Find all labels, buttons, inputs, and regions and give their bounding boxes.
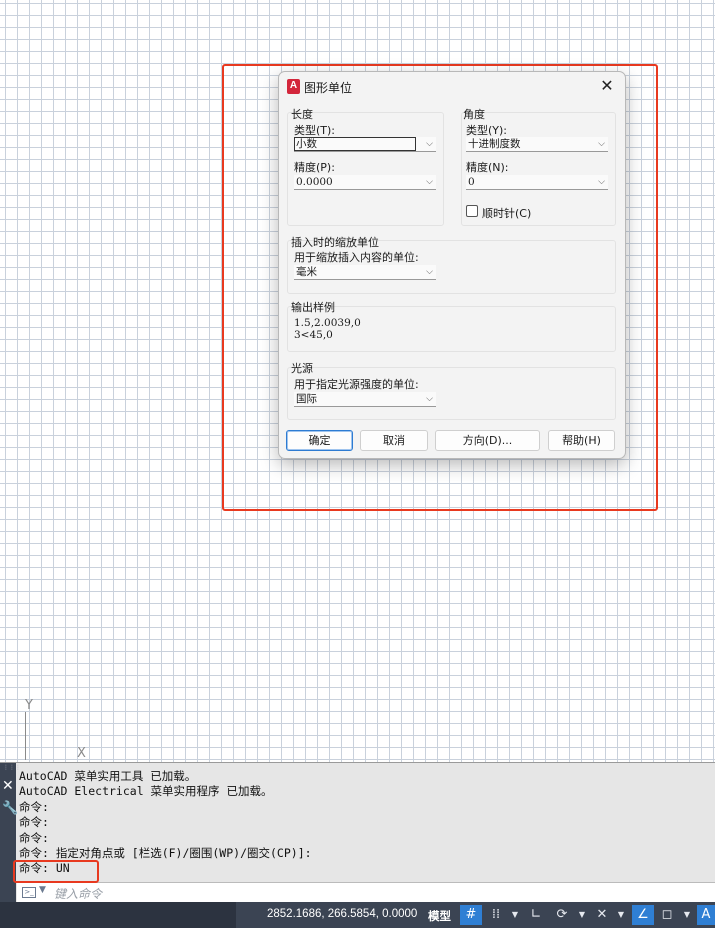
command-window: ⋮⋮⋮ ✕ 🔧 AutoCAD 菜单实用工具 已加载。 AutoCAD Elec… [0, 762, 715, 903]
sample-line-1: 1.5,2.0039,0 [294, 317, 361, 329]
command-history-line: 命令: [19, 815, 49, 830]
cancel-button[interactable]: 取消 [360, 430, 428, 451]
command-input[interactable]: >_ ▼ 键入命令 [17, 882, 715, 902]
insertion-units-value: 毫米 [296, 266, 317, 278]
status-bar-layout-tabs [0, 902, 236, 928]
length-type-select[interactable]: 小数 ⌵ [294, 137, 436, 152]
annotation-scale-icon[interactable]: A [697, 905, 715, 925]
insertion-group-label: 插入时的缩放单位 [291, 236, 379, 249]
close-icon[interactable]: ✕ [2, 778, 14, 794]
angle-group-label: 角度 [463, 108, 485, 121]
angle-type-label: 类型(Y): [466, 124, 508, 137]
chevron-down-icon[interactable]: ▼ [508, 905, 522, 925]
highlight-box-command [13, 860, 99, 883]
polar-tracking-icon[interactable]: ⟳ [551, 905, 573, 925]
model-space-button[interactable]: 模型 [428, 908, 451, 924]
ucs-y-axis-label: Y [25, 698, 33, 713]
isodraft-icon[interactable]: ✕ [592, 905, 612, 925]
length-group-label: 长度 [291, 108, 313, 121]
focus-outline [294, 137, 416, 151]
clockwise-label[interactable]: 顺时针(C) [482, 205, 531, 221]
chevron-down-icon: ⌵ [426, 394, 433, 404]
command-history-line: 命令: [19, 799, 49, 814]
ucs-x-axis-label: X [77, 746, 86, 761]
command-history-line: 命令: [19, 830, 49, 845]
chevron-down-icon: ⌵ [426, 267, 433, 277]
command-history-line: 命令: UN [19, 861, 70, 876]
lighting-units-value: 国际 [296, 393, 317, 405]
insertion-field-label: 用于缩放插入内容的单位: [294, 251, 419, 264]
units-dialog: A 图形单位 ✕ 长度 类型(T): 小数 ⌵ 精度(P): 0.0000 ⌵ … [278, 71, 626, 459]
length-type-label: 类型(T): [294, 124, 336, 137]
wrench-icon[interactable]: 🔧 [2, 801, 18, 816]
chevron-down-icon: ⌵ [598, 139, 605, 149]
lighting-group-label: 光源 [291, 362, 313, 375]
insertion-units-select[interactable]: 毫米 ⌵ [294, 265, 436, 280]
command-input-placeholder: 键入命令 [54, 887, 103, 901]
chevron-down-icon: ⌵ [426, 139, 433, 149]
command-history-line: AutoCAD Electrical 菜单实用程序 已加载。 [19, 784, 273, 799]
command-history: AutoCAD 菜单实用工具 已加载。 AutoCAD Electrical 菜… [19, 769, 709, 877]
object-snap-tracking-icon[interactable]: ∠ [632, 905, 654, 925]
lighting-units-select[interactable]: 国际 ⌵ [294, 392, 436, 407]
autocad-app-icon: A [287, 79, 300, 94]
command-prompt-icon[interactable]: >_ [22, 887, 36, 898]
lighting-field-label: 用于指定光源强度的单位: [294, 378, 419, 391]
sample-group [287, 306, 616, 352]
length-precision-value: 0.0000 [296, 176, 333, 188]
length-precision-select[interactable]: 0.0000 ⌵ [294, 175, 436, 190]
ortho-icon[interactable]: ∟ [526, 905, 546, 925]
length-precision-label: 精度(P): [294, 161, 335, 174]
object-snap-icon[interactable]: ◻ [656, 905, 678, 925]
ok-button[interactable]: 确定 [286, 430, 353, 451]
clockwise-checkbox[interactable] [466, 205, 478, 217]
angle-type-select[interactable]: 十进制度数 ⌵ [466, 137, 608, 152]
caret-down-icon[interactable]: ▼ [39, 885, 46, 895]
help-button[interactable]: 帮助(H) [548, 430, 615, 451]
drag-grip-icon[interactable]: ⋮⋮⋮ [3, 765, 21, 771]
chevron-down-icon[interactable]: ▼ [614, 905, 628, 925]
grid-icon[interactable]: # [460, 905, 482, 925]
command-history-line: AutoCAD 菜单实用工具 已加载。 [19, 769, 197, 783]
chevron-down-icon[interactable]: ▼ [680, 905, 694, 925]
chevron-down-icon: ⌵ [426, 177, 433, 187]
coordinates-readout[interactable]: 2852.1686, 266.5854, 0.0000 [267, 908, 417, 920]
snap-icon[interactable]: ⁞⁞ [486, 905, 506, 925]
angle-type-value: 十进制度数 [468, 138, 521, 150]
dialog-titlebar[interactable]: A 图形单位 ✕ [279, 72, 625, 100]
command-history-line: 命令: 指定对角点或 [栏选(F)/圈围(WP)/圈交(CP)]: [19, 846, 312, 861]
ucs-y-axis-line [25, 712, 26, 760]
angle-precision-select[interactable]: 0 ⌵ [466, 175, 608, 190]
chevron-down-icon[interactable]: ▼ [575, 905, 589, 925]
close-icon[interactable]: ✕ [597, 77, 617, 95]
sample-line-2: 3<45,0 [294, 329, 333, 341]
angle-precision-value: 0 [468, 176, 475, 188]
status-bar: 2852.1686, 266.5854, 0.0000 模型 # ⁞⁞ ▼ ∟ … [0, 902, 715, 928]
angle-precision-label: 精度(N): [466, 161, 509, 174]
direction-button[interactable]: 方向(D)... [435, 430, 540, 451]
chevron-down-icon: ⌵ [598, 177, 605, 187]
dialog-title: 图形单位 [304, 81, 353, 95]
sample-group-label: 输出样例 [291, 301, 335, 314]
